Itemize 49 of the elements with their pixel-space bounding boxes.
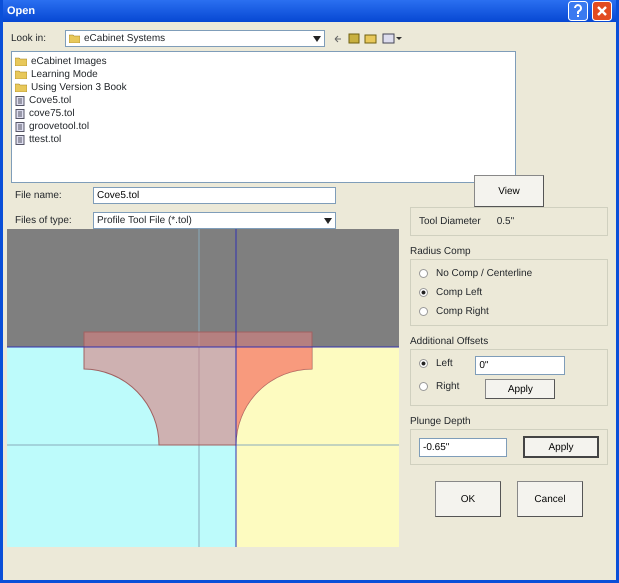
radio-label: No Comp / Centerline — [436, 267, 532, 281]
close-icon[interactable] — [592, 1, 612, 21]
help-icon[interactable] — [568, 1, 588, 21]
look-in-dropdown[interactable]: eCabinet Systems — [65, 30, 325, 47]
radio-label: Left — [436, 357, 453, 371]
dropdown-arrow-icon[interactable] — [324, 218, 332, 224]
folder-icon — [15, 57, 27, 66]
file-type-dropdown[interactable]: Profile Tool File (*.tol) — [93, 212, 336, 229]
file-icon — [15, 122, 25, 132]
look-in-label: Look in: — [11, 32, 48, 46]
apply-button[interactable]: Apply — [523, 436, 599, 458]
radio-label: Comp Right — [436, 305, 489, 319]
file-list-item[interactable]: cove75.tol — [29, 106, 75, 121]
folder-icon — [15, 83, 27, 92]
file-list-item[interactable]: Cove5.tol — [29, 93, 72, 108]
tool-diameter-label: Tool Diameter — [419, 215, 481, 229]
radio-button[interactable] — [419, 382, 428, 391]
file-type-label: Files of type: — [15, 214, 73, 228]
file-list-item[interactable]: eCabinet Images — [31, 54, 107, 69]
file-name-field[interactable]: Cove5.tol — [93, 187, 336, 204]
radius-comp-title: Radius Comp — [410, 245, 472, 259]
radio-button[interactable] — [419, 288, 428, 297]
file-icon — [15, 108, 25, 118]
view-button[interactable]: View — [474, 175, 544, 207]
radio-button[interactable] — [419, 359, 428, 368]
plunge-depth-field[interactable]: -0.65" — [419, 438, 507, 456]
ok-button[interactable]: OK — [435, 481, 501, 517]
radio-button[interactable] — [419, 307, 428, 316]
additional-offsets-title: Additional Offsets — [410, 335, 490, 349]
plunge-depth-title: Plunge Depth — [410, 415, 472, 429]
file-list-item[interactable]: Learning Mode — [31, 67, 98, 82]
offset-field[interactable]: 0" — [475, 356, 566, 375]
apply-button[interactable]: Apply — [485, 379, 556, 399]
file-name-label: File name: — [15, 189, 63, 203]
file-list-item[interactable]: groovetool.tol — [29, 119, 90, 134]
tool-diameter-value: 0.5" — [496, 215, 514, 229]
toolbar-icons-drawing[interactable] — [333, 32, 403, 44]
file-list-item[interactable]: Using Version 3 Book — [31, 80, 127, 95]
radio-label: Right — [436, 380, 460, 394]
cancel-button[interactable]: Cancel — [517, 481, 583, 517]
radio-button[interactable] — [419, 269, 428, 278]
file-icon — [15, 134, 25, 144]
folder-icon — [15, 70, 27, 79]
file-list-item[interactable]: ttest.tol — [29, 132, 62, 147]
dropdown-arrow-icon[interactable] — [313, 36, 321, 42]
window-title: Open — [7, 4, 36, 19]
file-icon — [15, 96, 25, 106]
radio-label: Comp Left — [436, 286, 482, 300]
folder-icon — [69, 34, 80, 43]
